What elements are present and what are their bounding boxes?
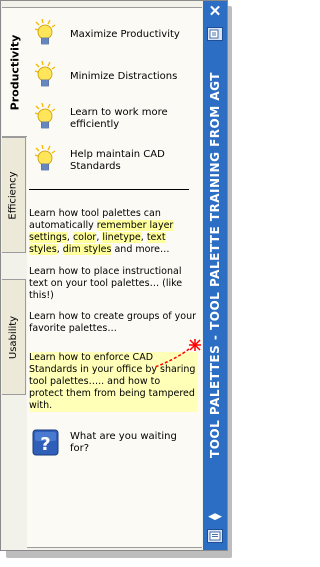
properties-icon [209, 29, 219, 39]
tool-label: Help maintain CAD Standards [70, 149, 165, 172]
title-bar[interactable]: ✕ TOOL PALETTES - TOOL PALETTE TRAINING … [203, 1, 227, 550]
separator [29, 189, 189, 190]
tool-cad-standards[interactable]: Help maintain CAD Standards [27, 144, 202, 178]
red-annotation-mark [154, 339, 201, 368]
note-text: , [56, 244, 63, 255]
tool-label: What are you waiting for? [70, 431, 177, 454]
svg-text:?: ? [40, 434, 50, 455]
lightbulb-icon [34, 145, 56, 171]
scroll-arrows[interactable]: ◀▶ [207, 509, 223, 523]
menu-button[interactable] [207, 529, 223, 543]
properties-button[interactable] [207, 27, 223, 41]
question-help-icon: ? [32, 429, 59, 456]
tab-productivity-label: Productivity [8, 34, 22, 110]
note-highlight: dim styles [62, 244, 112, 255]
tab-efficiency-label: Efficiency [8, 170, 20, 220]
palette-title: TOOL PALETTES - TOOL PALETTE TRAINING FR… [203, 61, 227, 469]
lightbulb-icon [34, 19, 56, 45]
close-button[interactable]: ✕ [208, 3, 222, 20]
tool-minimize-distractions[interactable]: Minimize Distractions [27, 60, 202, 94]
palette-content: Maximize Productivity Minimize Distracti… [27, 7, 202, 548]
tab-efficiency[interactable]: Efficiency [2, 137, 26, 253]
note-text: Learn how to create groups of your favor… [29, 311, 197, 334]
lightbulb-icon [34, 61, 56, 87]
tab-productivity[interactable]: Productivity [2, 7, 28, 137]
palette-title-text: TOOL PALETTES - TOOL PALETTE TRAINING FR… [208, 72, 223, 458]
tool-maximize-productivity[interactable]: Maximize Productivity [27, 18, 202, 52]
tool-label: Maximize Productivity [70, 29, 180, 40]
tool-help[interactable]: ? What are you waiting for? [27, 426, 202, 460]
note-text: , [140, 232, 147, 243]
text-note-palette-groups[interactable]: Learn how to create groups of your favor… [29, 311, 197, 335]
scroll-arrows-icon: ◀▶ [208, 511, 222, 521]
lightbulb-icon [34, 103, 56, 129]
note-highlight: linetype [102, 232, 141, 243]
note-text: Learn how to place instructional text on… [29, 266, 183, 301]
close-icon: ✕ [208, 3, 222, 20]
note-highlight: color [72, 232, 97, 243]
tool-label: Minimize Distractions [70, 71, 178, 82]
tool-work-efficiently[interactable]: Learn to work more efficiently [27, 102, 202, 136]
note-text: and more… [111, 244, 170, 255]
tool-label: Learn to work more efficiently [70, 107, 168, 130]
text-note-layer-settings[interactable]: Learn how tool palettes can automaticall… [29, 208, 197, 256]
tab-usability-label: Usability [8, 315, 19, 359]
tool-palette-window: Productivity Efficiency Usability Maximi… [0, 0, 228, 551]
tab-strip: Productivity Efficiency Usability [1, 1, 28, 550]
text-note-instructional-text[interactable]: Learn how to place instructional text on… [29, 266, 197, 302]
menu-icon [209, 531, 221, 541]
tab-usability[interactable]: Usability [2, 279, 26, 395]
